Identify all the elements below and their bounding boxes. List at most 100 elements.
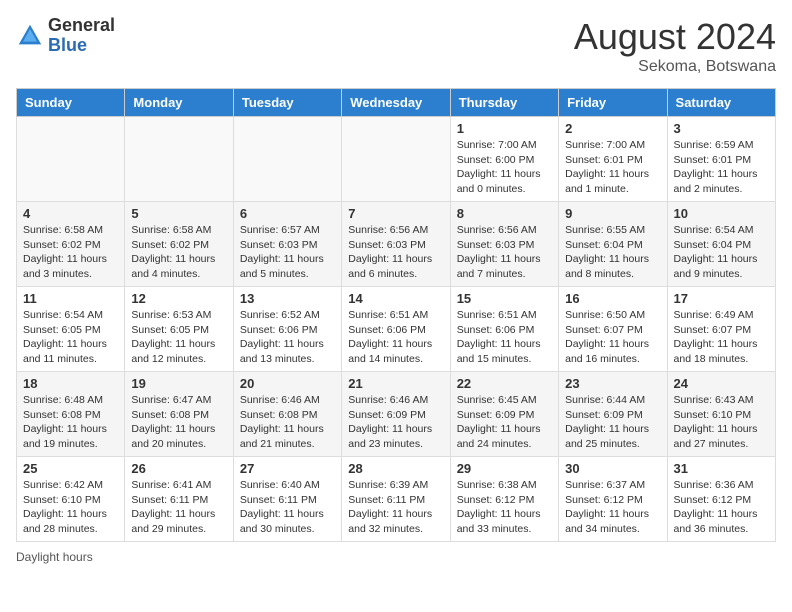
day-number: 5 <box>131 206 226 221</box>
day-number: 16 <box>565 291 660 306</box>
calendar-cell: 14 Sunrise: 6:51 AMSunset: 6:06 PMDayligh… <box>342 287 450 372</box>
logo: General Blue <box>16 16 115 56</box>
day-number: 2 <box>565 121 660 136</box>
day-info: Sunrise: 6:51 AMSunset: 6:06 PMDaylight:… <box>348 308 443 367</box>
day-info: Sunrise: 6:45 AMSunset: 6:09 PMDaylight:… <box>457 393 552 452</box>
calendar-cell: 11Sunrise: 6:54 AMSunset: 6:05 PMDayligh… <box>17 287 125 372</box>
week-row-3: 11Sunrise: 6:54 AMSunset: 6:05 PMDayligh… <box>17 287 776 372</box>
day-info: Sunrise: 6:59 AMSunset: 6:01 PMDaylight:… <box>674 138 769 197</box>
calendar-cell: 28Sunrise: 6:39 AMSunset: 6:11 PMDayligh… <box>342 457 450 542</box>
day-number: 31 <box>674 461 769 476</box>
col-header-tuesday: Tuesday <box>233 89 341 117</box>
calendar-cell: 8Sunrise: 6:56 AMSunset: 6:03 PMDaylight… <box>450 202 558 287</box>
calendar-cell: 30 Sunrise: 6:37 AMSunset: 6:12 PMDayligh… <box>559 457 667 542</box>
calendar-cell: 19 Sunrise: 6:47 AMSunset: 6:08 PMDayligh… <box>125 372 233 457</box>
day-number: 14 <box>348 291 443 306</box>
day-info: Sunrise: 6:43 AMSunset: 6:10 PMDaylight:… <box>674 393 769 452</box>
day-number: 24 <box>674 376 769 391</box>
day-number: 30 <box>565 461 660 476</box>
day-number: 25 <box>23 461 118 476</box>
day-info: Sunrise: 6:40 AMSunset: 6:11 PMDaylight:… <box>240 478 335 537</box>
calendar-cell: 22 Sunrise: 6:45 AMSunset: 6:09 PMDayligh… <box>450 372 558 457</box>
day-info: Sunrise: 6:37 AMSunset: 6:12 PMDaylight:… <box>565 478 660 537</box>
logo-blue: Blue <box>48 36 115 56</box>
day-number: 15 <box>457 291 552 306</box>
header-row: SundayMondayTuesdayWednesdayThursdayFrid… <box>17 89 776 117</box>
day-number: 4 <box>23 206 118 221</box>
col-header-thursday: Thursday <box>450 89 558 117</box>
day-info: Sunrise: 6:38 AMSunset: 6:12 PMDaylight:… <box>457 478 552 537</box>
calendar-cell <box>342 117 450 202</box>
calendar-cell: 15Sunrise: 6:51 AMSunset: 6:06 PMDayligh… <box>450 287 558 372</box>
day-number: 29 <box>457 461 552 476</box>
day-info: Sunrise: 6:55 AMSunset: 6:04 PMDaylight:… <box>565 223 660 282</box>
week-row-2: 4 Sunrise: 6:58 AMSunset: 6:02 PMDaylight… <box>17 202 776 287</box>
day-info: Sunrise: 6:53 AMSunset: 6:05 PMDaylight:… <box>131 308 226 367</box>
day-number: 17 <box>674 291 769 306</box>
calendar-cell: 5Sunrise: 6:58 AMSunset: 6:02 PMDaylight… <box>125 202 233 287</box>
day-number: 22 <box>457 376 552 391</box>
calendar-cell: 7Sunrise: 6:56 AMSunset: 6:03 PMDaylight… <box>342 202 450 287</box>
day-info: Sunrise: 6:49 AMSunset: 6:07 PMDaylight:… <box>674 308 769 367</box>
day-info: Sunrise: 6:56 AMSunset: 6:03 PMDaylight:… <box>348 223 443 282</box>
day-info: Sunrise: 6:50 AMSunset: 6:07 PMDaylight:… <box>565 308 660 367</box>
calendar-cell: 26 Sunrise: 6:41 AMSunset: 6:11 PMDayligh… <box>125 457 233 542</box>
day-info: Sunrise: 6:36 AMSunset: 6:12 PMDaylight:… <box>674 478 769 537</box>
day-number: 3 <box>674 121 769 136</box>
calendar-cell <box>125 117 233 202</box>
calendar-table: SundayMondayTuesdayWednesdayThursdayFrid… <box>16 88 776 542</box>
week-row-4: 18Sunrise: 6:48 AMSunset: 6:08 PMDayligh… <box>17 372 776 457</box>
day-number: 28 <box>348 461 443 476</box>
day-number: 18 <box>23 376 118 391</box>
calendar-cell: 27 Sunrise: 6:40 AMSunset: 6:11 PMDayligh… <box>233 457 341 542</box>
calendar-cell: 6Sunrise: 6:57 AMSunset: 6:03 PMDaylight… <box>233 202 341 287</box>
day-number: 19 <box>131 376 226 391</box>
day-info: Sunrise: 6:46 AMSunset: 6:08 PMDaylight:… <box>240 393 335 452</box>
day-info: Sunrise: 6:58 AMSunset: 6:02 PMDaylight:… <box>23 223 118 282</box>
calendar-cell: 9 Sunrise: 6:55 AMSunset: 6:04 PMDaylight… <box>559 202 667 287</box>
logo-general: General <box>48 16 115 36</box>
col-header-monday: Monday <box>125 89 233 117</box>
day-number: 20 <box>240 376 335 391</box>
day-number: 23 <box>565 376 660 391</box>
daylight-label: Daylight hours <box>16 550 93 564</box>
day-info: Sunrise: 6:42 AMSunset: 6:10 PMDaylight:… <box>23 478 118 537</box>
day-info: Sunrise: 7:00 AMSunset: 6:01 PMDaylight:… <box>565 138 660 197</box>
calendar-cell: 20 Sunrise: 6:46 AMSunset: 6:08 PMDayligh… <box>233 372 341 457</box>
calendar-cell: 1Sunrise: 7:00 AMSunset: 6:00 PMDaylight… <box>450 117 558 202</box>
week-row-5: 25 Sunrise: 6:42 AMSunset: 6:10 PMDayligh… <box>17 457 776 542</box>
calendar-cell: 12 Sunrise: 6:53 AMSunset: 6:05 PMDayligh… <box>125 287 233 372</box>
calendar-cell: 10Sunrise: 6:54 AMSunset: 6:04 PMDayligh… <box>667 202 775 287</box>
day-info: Sunrise: 6:54 AMSunset: 6:04 PMDaylight:… <box>674 223 769 282</box>
calendar-cell: 4 Sunrise: 6:58 AMSunset: 6:02 PMDaylight… <box>17 202 125 287</box>
day-number: 13 <box>240 291 335 306</box>
day-info: Sunrise: 6:44 AMSunset: 6:09 PMDaylight:… <box>565 393 660 452</box>
calendar-cell <box>17 117 125 202</box>
calendar-cell: 18Sunrise: 6:48 AMSunset: 6:08 PMDayligh… <box>17 372 125 457</box>
calendar-cell: 2 Sunrise: 7:00 AMSunset: 6:01 PMDaylight… <box>559 117 667 202</box>
day-number: 12 <box>131 291 226 306</box>
calendar-cell: 17 Sunrise: 6:49 AMSunset: 6:07 PMDayligh… <box>667 287 775 372</box>
day-number: 9 <box>565 206 660 221</box>
calendar-cell: 16 Sunrise: 6:50 AMSunset: 6:07 PMDayligh… <box>559 287 667 372</box>
day-number: 21 <box>348 376 443 391</box>
day-number: 26 <box>131 461 226 476</box>
calendar-cell <box>233 117 341 202</box>
calendar-cell: 31 Sunrise: 6:36 AMSunset: 6:12 PMDayligh… <box>667 457 775 542</box>
location: Sekoma, Botswana <box>574 58 776 76</box>
calendar-cell: 21Sunrise: 6:46 AMSunset: 6:09 PMDayligh… <box>342 372 450 457</box>
calendar-cell: 29 Sunrise: 6:38 AMSunset: 6:12 PMDayligh… <box>450 457 558 542</box>
calendar-cell: 25 Sunrise: 6:42 AMSunset: 6:10 PMDayligh… <box>17 457 125 542</box>
page-header: General Blue August 2024 Sekoma, Botswan… <box>16 16 776 76</box>
col-header-saturday: Saturday <box>667 89 775 117</box>
footer: Daylight hours <box>16 550 776 564</box>
day-number: 27 <box>240 461 335 476</box>
logo-text: General Blue <box>48 16 115 56</box>
day-info: Sunrise: 6:47 AMSunset: 6:08 PMDaylight:… <box>131 393 226 452</box>
col-header-friday: Friday <box>559 89 667 117</box>
day-info: Sunrise: 6:41 AMSunset: 6:11 PMDaylight:… <box>131 478 226 537</box>
week-row-1: 1Sunrise: 7:00 AMSunset: 6:00 PMDaylight… <box>17 117 776 202</box>
calendar-cell: 3 Sunrise: 6:59 AMSunset: 6:01 PMDaylight… <box>667 117 775 202</box>
day-info: Sunrise: 6:52 AMSunset: 6:06 PMDaylight:… <box>240 308 335 367</box>
day-number: 6 <box>240 206 335 221</box>
